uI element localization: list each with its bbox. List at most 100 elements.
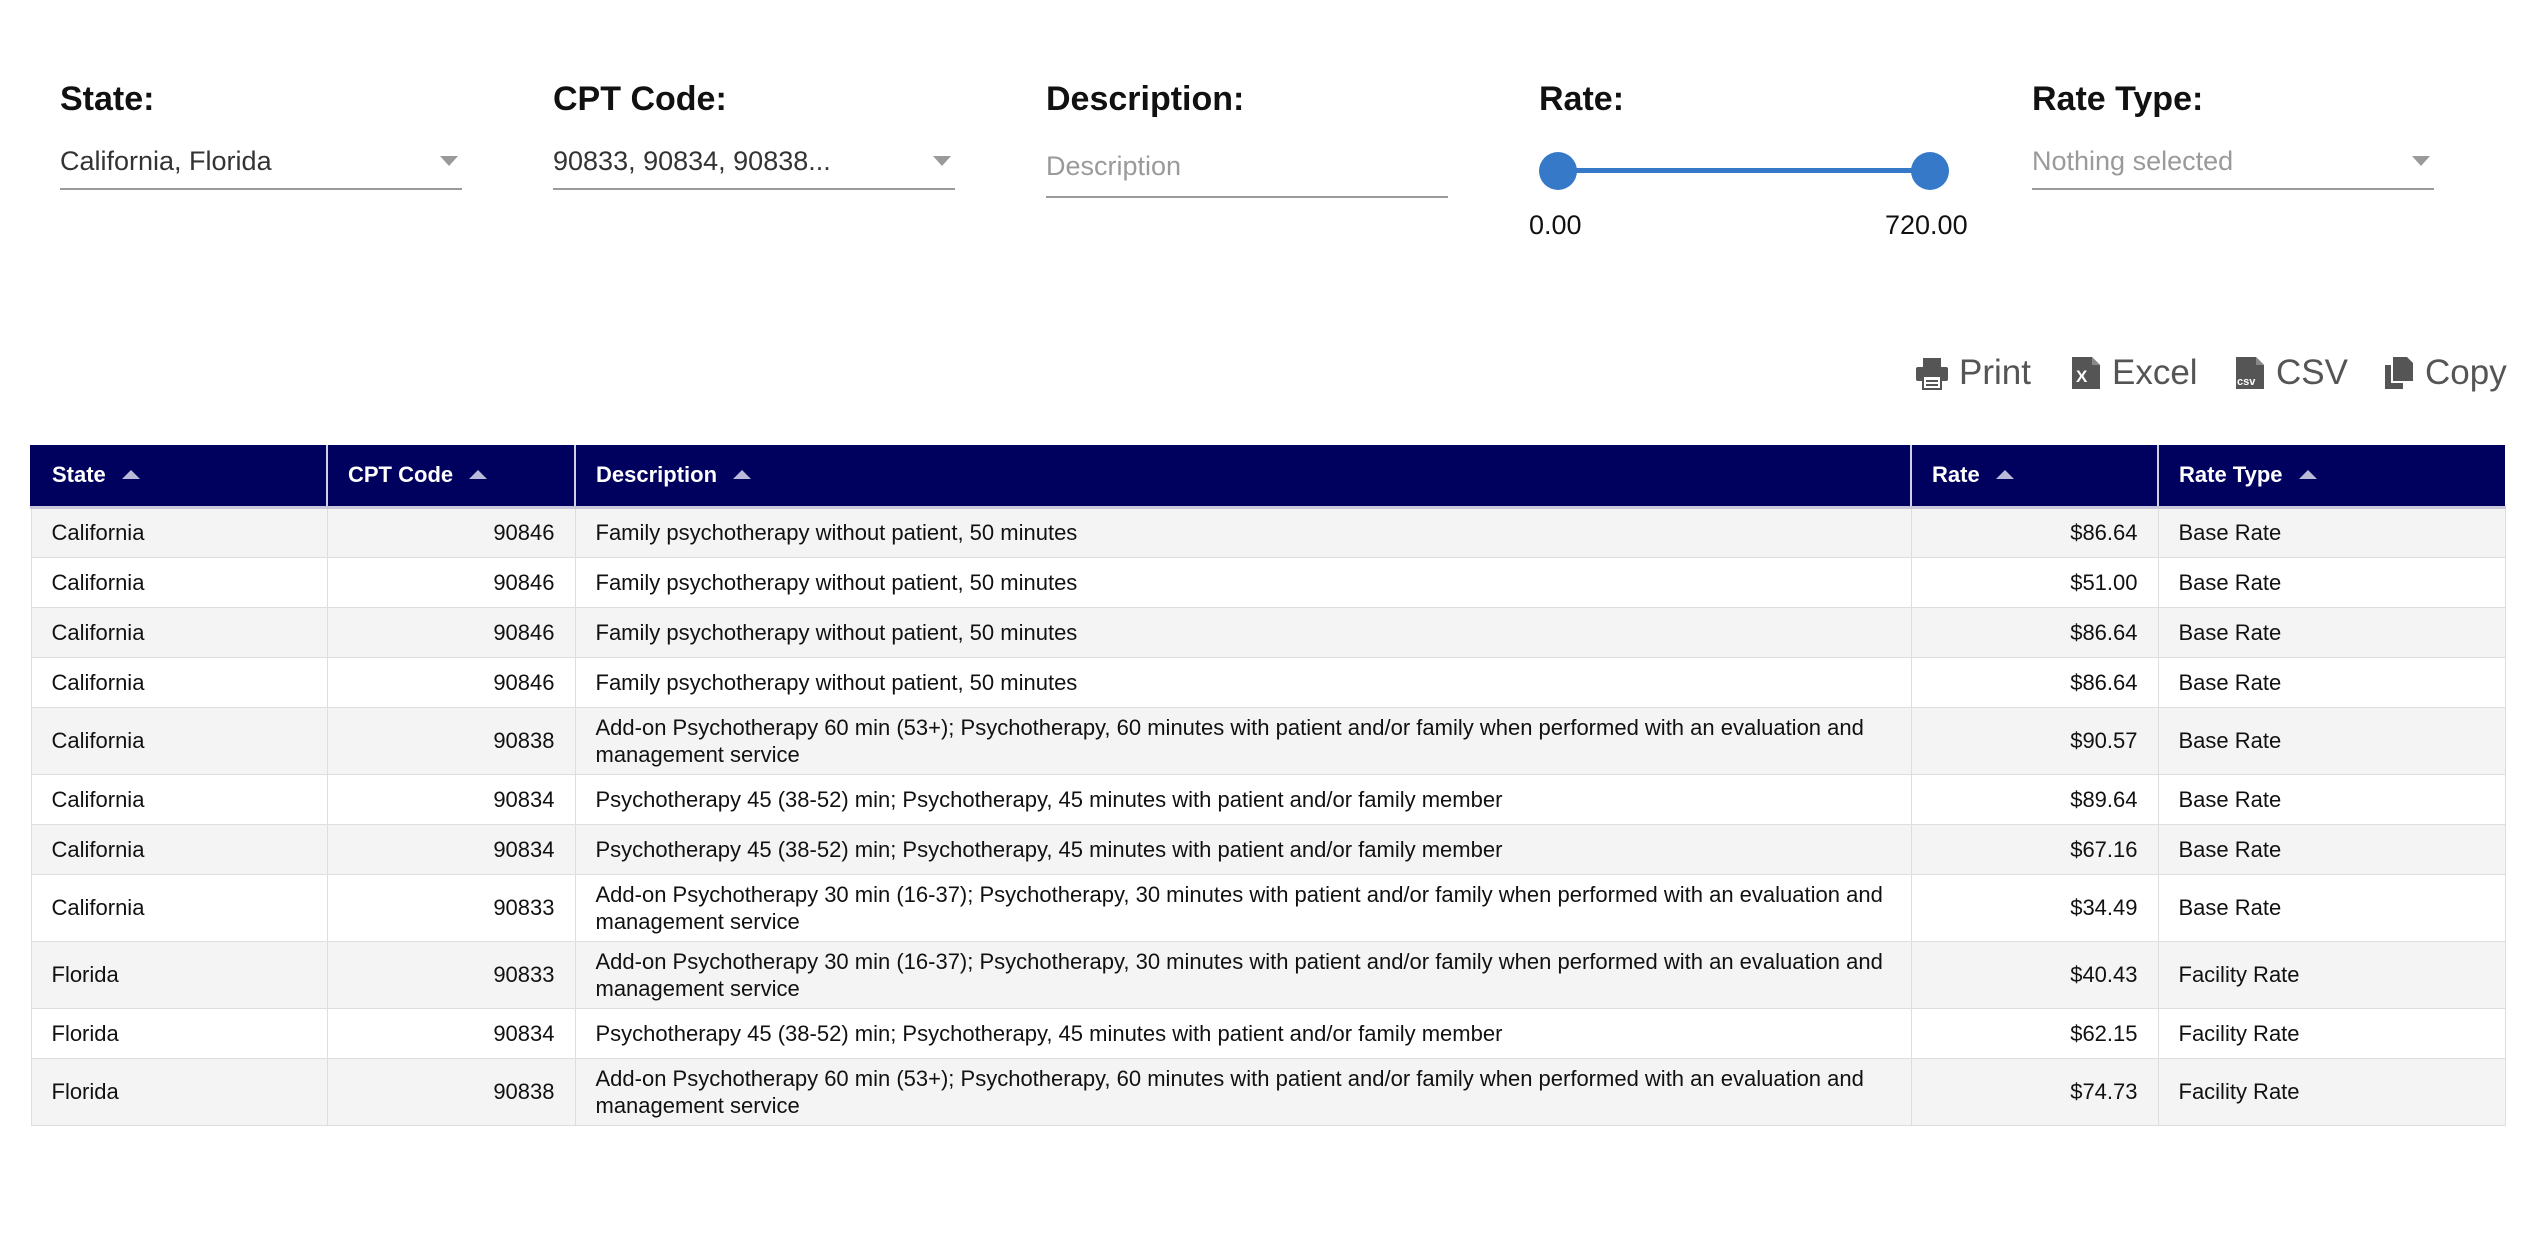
print-label: Print: [1959, 353, 2031, 392]
rate-type-select[interactable]: Nothing selected: [2032, 136, 2434, 190]
rate-slider-max-handle[interactable]: [1911, 152, 1949, 190]
cell-state: California: [30, 506, 328, 558]
table-row: California 90846 Family psychotherapy wi…: [30, 606, 2506, 658]
table-row: California 90846 Family psychotherapy wi…: [30, 506, 2506, 558]
rate-slider-min-handle[interactable]: [1539, 152, 1577, 190]
cell-cpt-code: 90834: [326, 823, 576, 875]
cell-rate-type: Facility Rate: [2157, 940, 2506, 1009]
cell-state: Florida: [30, 940, 328, 1009]
cell-rate-type: Facility Rate: [2157, 1007, 2506, 1059]
chevron-down-icon: [2412, 156, 2430, 166]
cell-rate-type: Facility Rate: [2157, 1057, 2506, 1126]
cell-rate-type: Base Rate: [2157, 706, 2506, 775]
cell-cpt-code: 90834: [326, 1007, 576, 1059]
rate-type-filter-label: Rate Type:: [2032, 80, 2204, 118]
description-filter-label: Description:: [1046, 80, 1245, 118]
cell-description: Family psychotherapy without patient, 50…: [574, 656, 1912, 708]
svg-text:csv: csv: [2237, 376, 2256, 388]
cell-description: Psychotherapy 45 (38-52) min; Psychother…: [574, 823, 1912, 875]
copy-button[interactable]: Copy: [2383, 348, 2507, 398]
cell-description: Family psychotherapy without patient, 50…: [574, 556, 1912, 608]
copy-icon: [2385, 357, 2413, 389]
rate-max-value: 720.00: [1885, 210, 1968, 240]
cell-state: California: [30, 873, 328, 942]
cell-description: Psychotherapy 45 (38-52) min; Psychother…: [574, 1007, 1912, 1059]
sort-up-icon: [2298, 470, 2317, 480]
cell-description: Psychotherapy 45 (38-52) min; Psychother…: [574, 773, 1912, 825]
cpt-select-value: 90833, 90834, 90838...: [553, 146, 831, 176]
cell-rate-type: Base Rate: [2157, 773, 2506, 825]
sort-up-icon: [1995, 470, 2014, 480]
cell-rate: $86.64: [1910, 506, 2159, 558]
table-row: California 90846 Family psychotherapy wi…: [30, 656, 2506, 708]
state-select-value: California, Florida: [60, 146, 272, 176]
table-body: California 90846 Family psychotherapy wi…: [30, 506, 2506, 1126]
cell-cpt-code: 90846: [326, 656, 576, 708]
column-header-state[interactable]: State: [30, 445, 327, 509]
print-button[interactable]: Print: [1915, 348, 2031, 398]
cell-description: Family psychotherapy without patient, 50…: [574, 506, 1912, 558]
copy-label: Copy: [2425, 353, 2507, 392]
column-header-label: Description: [596, 462, 718, 488]
description-filter: Description:: [1046, 76, 1448, 198]
state-filter-label: State:: [60, 80, 155, 118]
rate-slider-track[interactable]: [1558, 168, 1930, 173]
column-header-label: CPT Code: [348, 462, 454, 488]
cell-rate: $34.49: [1910, 873, 2159, 942]
rate-filter: Rate:: [1539, 76, 1989, 122]
cell-description: Family psychotherapy without patient, 50…: [574, 606, 1912, 658]
cell-rate: $67.16: [1910, 823, 2159, 875]
cell-rate: $90.57: [1910, 706, 2159, 775]
cell-rate: $51.00: [1910, 556, 2159, 608]
chevron-down-icon: [933, 156, 951, 166]
cell-cpt-code: 90833: [326, 940, 576, 1009]
cpt-select[interactable]: 90833, 90834, 90838...: [553, 136, 955, 190]
description-input[interactable]: [1046, 136, 1448, 198]
column-header-rate-type[interactable]: Rate Type: [2157, 445, 2505, 509]
cell-rate-type: Base Rate: [2157, 506, 2506, 558]
table-row: California 90833 Add-on Psychotherapy 30…: [30, 873, 2506, 942]
cell-rate: $86.64: [1910, 606, 2159, 658]
cell-description: Add-on Psychotherapy 60 min (53+); Psych…: [574, 1057, 1912, 1126]
state-filter: State: California, Florida: [60, 76, 462, 190]
cell-rate: $89.64: [1910, 773, 2159, 825]
table-row: Florida 90834 Psychotherapy 45 (38-52) m…: [30, 1007, 2506, 1059]
rate-type-filter: Rate Type: Nothing selected: [2032, 76, 2434, 190]
table-row: California 90838 Add-on Psychotherapy 60…: [30, 706, 2506, 775]
filter-bar: State: California, Florida CPT Code: 908…: [0, 0, 2532, 300]
table-row: California 90834 Psychotherapy 45 (38-52…: [30, 773, 2506, 825]
state-select[interactable]: California, Florida: [60, 136, 462, 190]
cell-state: California: [30, 706, 328, 775]
table-row: Florida 90833 Add-on Psychotherapy 30 mi…: [30, 940, 2506, 1009]
cell-rate-type: Base Rate: [2157, 823, 2506, 875]
cell-rate-type: Base Rate: [2157, 873, 2506, 942]
cell-cpt-code: 90838: [326, 1057, 576, 1126]
column-header-label: State: [52, 462, 106, 488]
cpt-filter-label: CPT Code:: [553, 80, 727, 118]
cell-cpt-code: 90846: [326, 606, 576, 658]
excel-button[interactable]: X Excel: [2070, 348, 2198, 398]
cell-cpt-code: 90838: [326, 706, 576, 775]
excel-label: Excel: [2112, 353, 2198, 392]
svg-text:X: X: [2076, 367, 2088, 386]
sort-up-icon: [121, 470, 140, 480]
sort-up-icon: [733, 470, 752, 480]
column-header-description[interactable]: Description: [574, 445, 1911, 509]
cell-state: California: [30, 556, 328, 608]
cpt-filter: CPT Code: 90833, 90834, 90838...: [553, 76, 955, 190]
column-header-rate[interactable]: Rate: [1910, 445, 2158, 509]
excel-file-icon: X: [2072, 357, 2100, 389]
column-header-cpt-code[interactable]: CPT Code: [326, 445, 575, 509]
cell-cpt-code: 90834: [326, 773, 576, 825]
cell-cpt-code: 90846: [326, 506, 576, 558]
cell-cpt-code: 90833: [326, 873, 576, 942]
cell-state: Florida: [30, 1007, 328, 1059]
printer-icon: [1916, 358, 1948, 390]
csv-button[interactable]: csv CSV: [2234, 348, 2348, 398]
cell-state: California: [30, 823, 328, 875]
table-header-row: State CPT Code Description Rate Rate Typ…: [30, 445, 2505, 509]
rates-table: State CPT Code Description Rate Rate Typ…: [30, 445, 2506, 1126]
cell-cpt-code: 90846: [326, 556, 576, 608]
sort-up-icon: [469, 470, 488, 480]
csv-label: CSV: [2276, 353, 2348, 392]
